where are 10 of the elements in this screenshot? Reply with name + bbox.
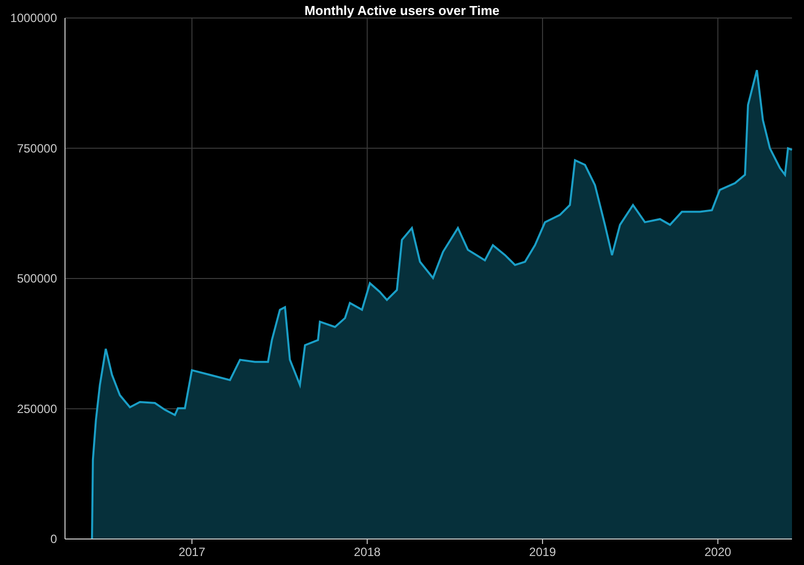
- axis-tick-label: 750000: [16, 141, 57, 156]
- axis-tick-label: 2018: [354, 545, 381, 559]
- axis-tick-label: 0: [50, 532, 57, 546]
- axis-tick-label: 250000: [16, 402, 57, 416]
- axis-tick-label: 500000: [16, 272, 57, 286]
- axis-tick-label: 2019: [529, 545, 556, 559]
- chart-title: Monthly Active users over Time: [304, 3, 500, 18]
- axis-tick-label: 2020: [704, 545, 732, 559]
- axis-tick-label: 1000000: [10, 11, 57, 25]
- axis-tick-label: 2017: [178, 545, 206, 559]
